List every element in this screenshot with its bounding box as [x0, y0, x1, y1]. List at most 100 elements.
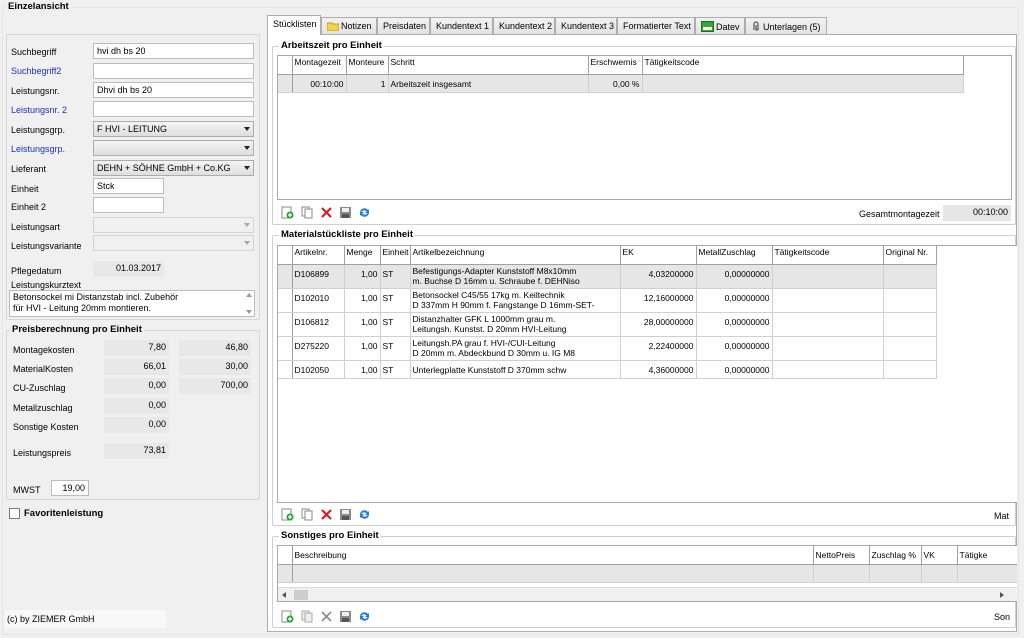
- col-zuschlag[interactable]: Zuschlag %: [869, 546, 922, 565]
- cell-taetigkeitscode[interactable]: [772, 264, 884, 289]
- suchbegriff2-input[interactable]: [93, 63, 254, 79]
- cell-einheit[interactable]: ST: [380, 312, 411, 337]
- scrollbar-down-icon[interactable]: [246, 310, 252, 314]
- leistungsvariante-select[interactable]: [93, 235, 254, 251]
- cell-menge[interactable]: 1,00: [344, 336, 381, 361]
- delete-icon[interactable]: [320, 610, 333, 623]
- cell-taetigkeitscode[interactable]: [772, 360, 884, 379]
- arbeitszeit-grid[interactable]: Montagezeit Monteure Schritt Erschwernis…: [277, 55, 1012, 200]
- cell-taetigkeitscode[interactable]: [772, 312, 884, 337]
- row-header-cell[interactable]: [278, 336, 293, 361]
- favoritenleistung-label[interactable]: Favoritenleistung: [24, 508, 103, 519]
- scroll-left-icon[interactable]: [282, 592, 286, 598]
- cell-original-nr[interactable]: [883, 288, 937, 313]
- scroll-right-icon[interactable]: [1000, 592, 1004, 598]
- add-row-icon[interactable]: [281, 508, 294, 521]
- cell-artikelnr[interactable]: D106812: [292, 312, 345, 337]
- refresh-icon[interactable]: [358, 206, 371, 219]
- col-taetigkeitscode[interactable]: Tätigkeitscode: [772, 246, 884, 265]
- einheit-input[interactable]: Stck: [93, 178, 164, 194]
- table-row[interactable]: D106899 1,00 ST Befestigungs-Adapter Kun…: [278, 264, 937, 289]
- cell-taetigkeitscode[interactable]: [772, 288, 884, 313]
- cell-vk[interactable]: [921, 564, 958, 583]
- tab-formatierter-text[interactable]: Formatierter Text: [617, 17, 695, 34]
- col-metallzuschlag[interactable]: MetallZuschlag: [696, 246, 773, 265]
- cell-metallzuschlag[interactable]: 0,00000000: [696, 336, 773, 361]
- cell-nettopreis[interactable]: [813, 564, 870, 583]
- suchbegriff-input[interactable]: hvi dh bs 20: [93, 43, 254, 59]
- einheit2-input[interactable]: [93, 197, 164, 213]
- leistungsgrp-select[interactable]: F HVI - LEITUNG: [93, 121, 254, 137]
- tab-kundentext-2[interactable]: Kundentext 2: [493, 17, 555, 34]
- col-taetigkeit[interactable]: Tätigke: [957, 546, 1017, 565]
- col-ek[interactable]: EK: [620, 246, 697, 265]
- leistungsgrp2-label[interactable]: Leistungsgrp.: [11, 144, 65, 154]
- tab-stuecklisten[interactable]: Stücklisten: [267, 15, 321, 35]
- sonstiges-grid[interactable]: Beschreibung NettoPreis Zuschlag % VK Tä…: [277, 545, 1017, 602]
- cell-taetigkeit[interactable]: [957, 564, 1017, 583]
- add-row-icon[interactable]: [281, 610, 294, 623]
- col-beschreibung[interactable]: Beschreibung: [292, 546, 814, 565]
- add-row-icon[interactable]: [281, 206, 294, 219]
- cell-erschwernis[interactable]: 0,00 %: [588, 74, 643, 93]
- cell-menge[interactable]: 1,00: [344, 288, 381, 313]
- cell-menge[interactable]: 1,00: [344, 360, 381, 379]
- cell-ek[interactable]: 28,00000000: [620, 312, 697, 337]
- cell-artikelbezeichnung[interactable]: Leitungsh.PA grau f. HVI-/CUI-Leitung D 2…: [410, 336, 621, 361]
- cell-taetigkeitscode[interactable]: [642, 74, 964, 93]
- scrollbar-up-icon[interactable]: [246, 293, 252, 297]
- cell-artikelnr[interactable]: D102050: [292, 360, 345, 379]
- cell-metallzuschlag[interactable]: 0,00000000: [696, 264, 773, 289]
- table-row[interactable]: D275220 1,00 ST Leitungsh.PA grau f. HVI…: [278, 336, 937, 361]
- copy-icon[interactable]: [301, 206, 314, 219]
- cell-einheit[interactable]: ST: [380, 360, 411, 379]
- cell-artikelbezeichnung[interactable]: Distanzhalter GFK L 1000mm grau m. Leitun…: [410, 312, 621, 337]
- kurztext-textarea[interactable]: Betonsockel mi Distanzstab incl. Zubehör…: [9, 290, 255, 317]
- refresh-icon[interactable]: [358, 508, 371, 521]
- cell-menge[interactable]: 1,00: [344, 312, 381, 337]
- cell-monteure[interactable]: 1: [346, 74, 389, 93]
- mwst-input[interactable]: 19,00: [51, 480, 89, 496]
- table-row[interactable]: [278, 564, 1017, 583]
- lieferant-select[interactable]: DEHN + SÖHNE GmbH + Co.KG: [93, 160, 254, 176]
- col-original-nr[interactable]: Original Nr.: [883, 246, 937, 265]
- col-artikelnr[interactable]: Artikelnr.: [292, 246, 345, 265]
- cell-taetigkeitscode[interactable]: [772, 336, 884, 361]
- table-row[interactable]: 00:10:00 1 Arbeitszeit insgesamt 0,00 %: [278, 74, 964, 93]
- material-grid[interactable]: Artikelnr. Menge Einheit Artikelbezeichn…: [277, 245, 1017, 503]
- cell-montagezeit[interactable]: 00:10:00: [292, 74, 347, 93]
- row-header-cell[interactable]: [278, 312, 293, 337]
- col-montagezeit[interactable]: Montagezeit: [292, 56, 347, 75]
- copy-icon[interactable]: [301, 508, 314, 521]
- row-header-cell[interactable]: [278, 74, 293, 93]
- leistungsgrp2-select[interactable]: [93, 140, 254, 156]
- cell-metallzuschlag[interactable]: 0,00000000: [696, 360, 773, 379]
- table-row[interactable]: D102050 1,00 ST Unterlegplatte Kunststof…: [278, 360, 937, 379]
- tab-datev[interactable]: Datev: [695, 17, 745, 34]
- cell-zuschlag[interactable]: [869, 564, 922, 583]
- col-schritt[interactable]: Schritt: [388, 56, 589, 75]
- tab-notizen[interactable]: Notizen: [321, 17, 377, 34]
- cell-ek[interactable]: 12,16000000: [620, 288, 697, 313]
- leistungsnr2-input[interactable]: [93, 101, 254, 117]
- row-header-cell[interactable]: [278, 288, 293, 313]
- delete-icon[interactable]: [320, 206, 333, 219]
- save-icon[interactable]: [339, 610, 352, 623]
- col-einheit[interactable]: Einheit: [380, 246, 411, 265]
- delete-icon[interactable]: [320, 508, 333, 521]
- cell-ek[interactable]: 4,03200000: [620, 264, 697, 289]
- cell-metallzuschlag[interactable]: 0,00000000: [696, 312, 773, 337]
- cell-beschreibung[interactable]: [292, 564, 814, 583]
- table-row[interactable]: D106812 1,00 ST Distanzhalter GFK L 1000…: [278, 312, 937, 337]
- cell-original-nr[interactable]: [883, 360, 937, 379]
- leistungsart-select[interactable]: [93, 217, 254, 233]
- cell-artikelbezeichnung[interactable]: Unterlegplatte Kunststoff D 370mm schw: [410, 360, 621, 379]
- suchbegriff2-label[interactable]: Suchbegriff2: [11, 66, 61, 76]
- col-nettopreis[interactable]: NettoPreis: [813, 546, 870, 565]
- copy-icon[interactable]: [301, 610, 314, 623]
- table-row[interactable]: D102010 1,00 ST Betonsockel C45/55 17kg …: [278, 288, 937, 313]
- horizontal-scrollbar[interactable]: [278, 587, 1017, 601]
- cell-artikelnr[interactable]: D106899: [292, 264, 345, 289]
- tab-unterlagen[interactable]: Unterlagen (5): [745, 17, 827, 34]
- leistungsnr2-label[interactable]: Leistungsnr. 2: [11, 105, 67, 115]
